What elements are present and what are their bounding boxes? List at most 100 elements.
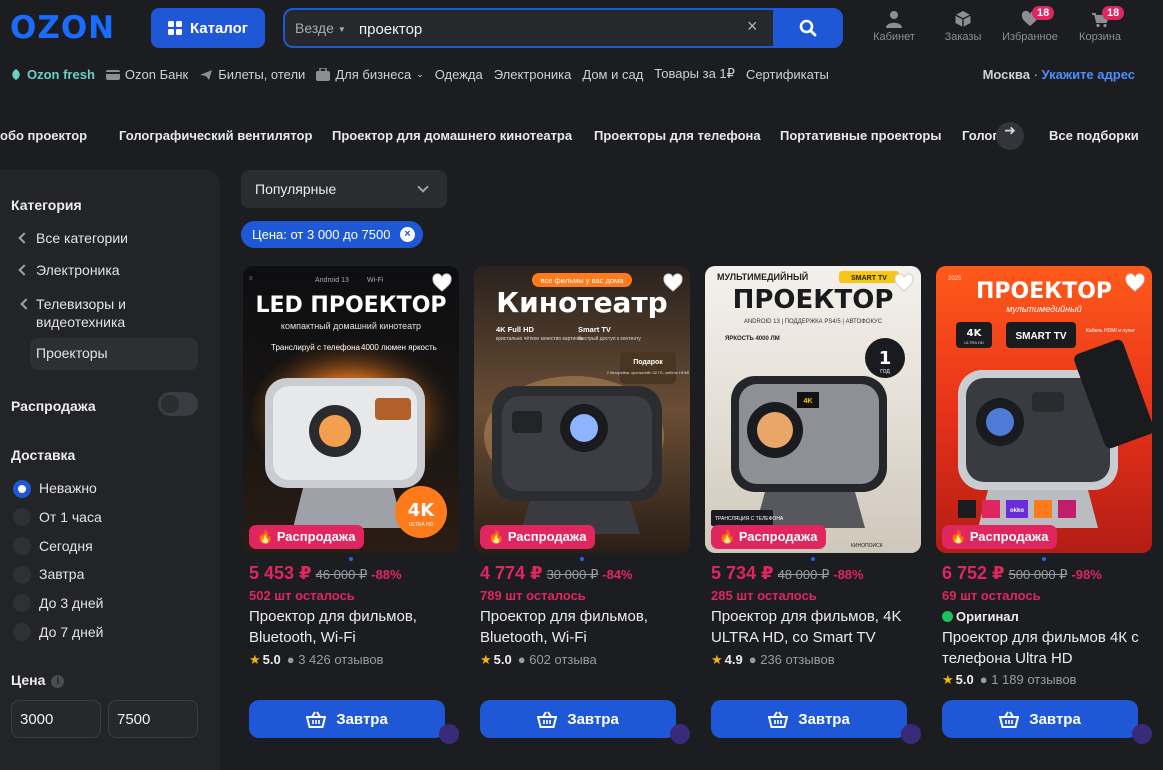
clear-search-icon[interactable]: × [747,16,758,37]
product-card[interactable]: ≡ Android 13 Wi-Fi LED ПРОЕКТОР компактн… [243,266,459,746]
basket-icon [768,710,789,728]
star-icon: ★ [249,652,261,667]
delivery-option-label[interactable]: Завтра [39,566,84,582]
delivery-option-label[interactable]: До 7 дней [39,624,104,640]
active-filter-label: Цена: от 3 000 до 7500 [252,227,391,242]
chip-all-collections[interactable]: Все подборки [1049,128,1139,143]
account-link[interactable]: Кабинет [864,10,924,43]
old-price: 500 000 ₽ [1008,567,1068,582]
image-text: 4K [408,500,436,521]
product-title[interactable]: Проектор для фильмов, Bluetooth, Wi-Fi [480,606,685,648]
ozon-logo[interactable]: OZON [10,10,115,46]
discount: -84% [602,567,633,582]
nav-home-garden[interactable]: Дом и сад [582,66,643,82]
comment-icon: ● [286,652,295,667]
delivery-option-label[interactable]: Сегодня [39,538,93,554]
add-to-cart-button[interactable]: Завтра [711,700,907,738]
favorites-badge: 18 [1032,6,1055,20]
price-from-input[interactable] [11,700,101,738]
product-card[interactable]: МУЛЬТИМЕДИЙНЫЙ SMART TV ПРОЕКТОР ANDROID… [705,266,921,746]
chip-item[interactable]: обо проектор [0,128,87,143]
current-price: 5 734 ₽ [711,563,774,583]
chip-item[interactable]: Голог [962,128,998,143]
favorite-heart-icon[interactable] [662,272,684,294]
delivery-option-label[interactable]: Неважно [39,480,97,496]
image-text: ЯРКОСТЬ 4000 ЛМ [725,336,780,342]
product-image[interactable]: все фильмы у вас дома Кинотеатр 4K Full … [474,266,690,553]
image-text: Кабель HDMI и пульт [1086,328,1136,334]
info-icon[interactable]: i [51,675,65,688]
nav-clothes[interactable]: Одежда [435,66,483,82]
catalog-label: Каталог [189,19,249,37]
nav-certificates[interactable]: Сертификаты [746,66,829,82]
product-image[interactable]: 2025 ПРОЕКТОР мультимедийный 4K ULTRA HD… [936,266,1152,553]
add-to-cart-button[interactable]: Завтра [480,700,676,738]
remove-filter-icon[interactable]: × [400,227,415,242]
orders-link[interactable]: Заказы [933,10,993,43]
nav-ozon-bank[interactable]: Ozon Банк [105,66,188,82]
location-selector[interactable]: Москва · Укажите адрес [983,67,1135,82]
favorite-heart-icon[interactable] [431,272,453,294]
reviews-count[interactable]: ● 1 189 отзывов [980,672,1077,687]
delivery-radio-any[interactable] [13,480,31,498]
search-bar: Везде▼ × [283,8,843,48]
category-electronics[interactable]: Электроника [18,262,120,278]
product-title[interactable]: Проектор для фильмов, Bluetooth, Wi-Fi [249,606,454,648]
sale-badge: 🔥 Распродажа [711,525,827,549]
delivery-option-label[interactable]: От 1 часа [39,509,102,525]
favorite-heart-icon[interactable] [1124,272,1146,294]
delivery-radio-1h[interactable] [13,508,31,526]
chips-scroll-right-button[interactable]: ➜ [996,122,1024,150]
projector-photo: 2025 ПРОЕКТОР мультимедийный 4K ULTRA HD… [936,266,1152,553]
reviews-count[interactable]: ● 602 отзыва [518,652,597,667]
search-button[interactable] [773,10,841,46]
favorites-link[interactable]: 18 Избранное [1000,6,1060,43]
product-card[interactable]: все фильмы у вас дома Кинотеатр 4K Full … [474,266,690,746]
nav-one-ruble[interactable]: Товары за 1₽ [654,66,735,82]
nav-business[interactable]: Для бизнеса ⌄ [316,66,424,82]
product-image[interactable]: ≡ Android 13 Wi-Fi LED ПРОЕКТОР компактн… [243,266,459,553]
nav-ozon-fresh[interactable]: Ozon fresh [10,66,95,82]
user-icon [886,11,902,28]
location-link[interactable]: Укажите адрес [1042,67,1135,82]
image-text: ТРАНСЛЯЦИЯ С ТЕЛЕФОНА [715,516,784,522]
current-price: 5 453 ₽ [249,563,312,583]
category-tv-video[interactable]: Телевизоры и видеотехника [20,295,170,331]
search-scope-dropdown[interactable]: Везде ▼ [295,20,346,36]
sort-dropdown[interactable]: Популярные [241,170,447,208]
active-price-filter-chip[interactable]: Цена: от 3 000 до 7500 × [241,221,423,248]
delivery-option-label[interactable]: До 3 дней [39,595,104,611]
nav-tickets[interactable]: Билеты, отели [199,66,305,82]
chip-item[interactable]: Проектор для домашнего кинотеатра [332,128,572,143]
rating-row: ★ 5.0 ● 1 189 отзывов [942,672,1076,688]
delivery-radio-7days[interactable] [13,623,31,641]
favorite-heart-icon[interactable] [893,272,915,294]
product-title[interactable]: Проектор для фильмов 4К с телефона Ultra… [942,627,1147,669]
chip-item[interactable]: Проекторы для телефона [594,128,761,143]
reviews-count[interactable]: ● 236 отзывов [749,652,835,667]
nav-electronics[interactable]: Электроника [494,66,572,82]
chip-item[interactable]: Голографический вентилятор [119,128,312,143]
product-title[interactable]: Проектор для фильмов, 4K ULTRA HD, со Sm… [711,606,916,648]
delivery-radio-today[interactable] [13,537,31,555]
product-card[interactable]: 2025 ПРОЕКТОР мультимедийный 4K ULTRA HD… [936,266,1152,746]
reviews-count[interactable]: ● 3 426 отзывов [287,652,384,667]
sale-toggle[interactable] [158,392,198,416]
catalog-button[interactable]: Каталог [151,8,265,48]
category-all[interactable]: Все категории [18,230,128,246]
delivery-radio-tomorrow[interactable] [13,566,31,584]
image-text: 1 [879,348,892,369]
category-projectors-selected[interactable]: Проекторы [30,338,198,370]
image-text: ANDROID 13 | ПОДДЕРЖКА PS4/5 | АВТОФОКУС [744,319,883,325]
search-input[interactable] [359,18,739,40]
image-dots [474,557,690,561]
product-image[interactable]: МУЛЬТИМЕДИЙНЫЙ SMART TV ПРОЕКТОР ANDROID… [705,266,921,553]
rating-row: ★ 5.0 ● 602 отзыва [480,652,597,668]
add-to-cart-button[interactable]: Завтра [942,700,1138,738]
rating-row: ★ 4.9 ● 236 отзывов [711,652,835,668]
chip-item[interactable]: Портативные проекторы [780,128,941,143]
add-to-cart-button[interactable]: Завтра [249,700,445,738]
delivery-radio-3days[interactable] [13,594,31,612]
price-to-input[interactable] [108,700,198,738]
cart-link[interactable]: 18 Корзина [1070,6,1130,43]
